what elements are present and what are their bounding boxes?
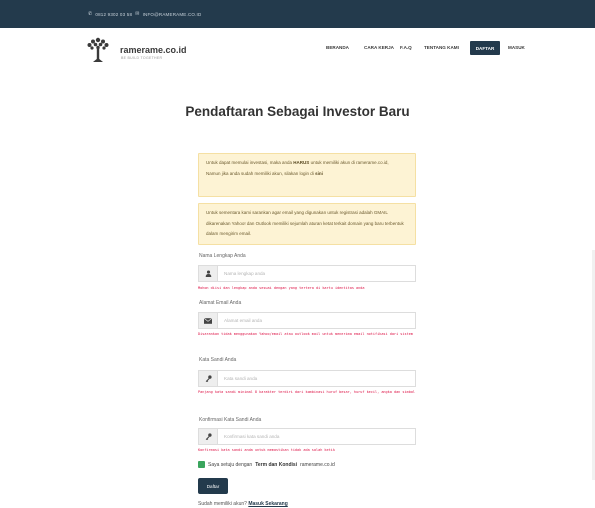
top-info-bar: ✆ 0812 9302 03 58 ✉ INFO@RAMERAME.CO.ID xyxy=(0,0,595,28)
brand-tagline: BE BUILD TOGETHER xyxy=(121,56,163,60)
terms-checkbox[interactable] xyxy=(198,461,205,468)
name-hint: Mohon diisi dan lengkap anda sesuai deng… xyxy=(198,286,365,290)
nav-daftar[interactable]: DAFTAR xyxy=(470,41,500,55)
terms-text-pre: Saya setuju dengan xyxy=(208,461,253,468)
confirm-hint: Konfirmasi kata sandi anda untuk memasti… xyxy=(198,448,335,452)
email-hint: Disarankan tidak menggunakan Yahoo/email… xyxy=(198,332,413,336)
terms-link[interactable]: Term dan Kondisi xyxy=(255,462,297,468)
email-input[interactable] xyxy=(218,313,415,328)
login-prompt-text: Sudah memiliki akun? xyxy=(198,501,249,507)
phone-icon: ✆ xyxy=(88,11,93,17)
alert-text-3: Namun jika anda sudah memiliki akun, sil… xyxy=(206,170,316,176)
info-alert-gmail: Untuk sementara kami sarankan agar email… xyxy=(198,203,416,245)
user-icon xyxy=(199,266,218,281)
password-input[interactable] xyxy=(218,371,415,386)
nav-faq[interactable]: F.A.Q xyxy=(400,45,412,50)
contact-email[interactable]: INFO@RAMERAME.CO.ID xyxy=(143,12,202,17)
key-icon xyxy=(199,371,218,386)
alert-login-link[interactable]: sini xyxy=(315,171,323,176)
tree-logo-icon[interactable] xyxy=(86,37,110,63)
nav-masuk[interactable]: MASUK xyxy=(508,45,525,50)
password-hint: Panjang kata sandi minimal 8 karakter te… xyxy=(198,390,416,394)
envelope-icon xyxy=(199,313,218,328)
key-icon xyxy=(199,429,218,444)
email-input-group xyxy=(198,312,416,329)
password-input-group xyxy=(198,370,416,387)
nav-cara-kerja[interactable]: CARA KERJA xyxy=(364,45,394,50)
envelope-icon: ✉ xyxy=(135,11,140,17)
contact-info: ✆ 0812 9302 03 58 ✉ INFO@RAMERAME.CO.ID xyxy=(88,11,201,17)
nav-beranda[interactable]: BERANDA xyxy=(326,45,349,50)
confirm-input-group xyxy=(198,428,416,445)
password-label: Kata Sandi Anda xyxy=(199,357,237,363)
brand-name[interactable]: ramerame.co.id xyxy=(120,45,187,55)
name-input-group xyxy=(198,265,416,282)
daftar-button[interactable]: Daftar xyxy=(198,478,228,494)
confirm-label: Konfirmasi Kata Sandi Anda xyxy=(199,417,262,423)
name-input[interactable] xyxy=(218,266,415,281)
alert-text-2: untuk memiliki akun di ramerame.co.id, xyxy=(309,160,389,165)
confirm-input[interactable] xyxy=(218,429,415,444)
login-now-link[interactable]: Masuk Sekarang xyxy=(248,501,287,507)
nav-tentang-kami[interactable]: TENTANG KAMI xyxy=(424,45,459,50)
login-prompt: Sudah memiliki akun? Masuk Sekarang xyxy=(198,501,288,507)
terms-text-post: ramerame.co.id xyxy=(300,461,335,468)
alert-harus: HARUS xyxy=(293,160,310,165)
page-title: Pendaftaran Sebagai Investor Baru xyxy=(185,104,410,119)
alert-gmail-text: Untuk sementara kami sarankan agar email… xyxy=(206,210,404,236)
terms-agree-row: Saya setuju dengan Term dan Kondisi rame… xyxy=(198,461,335,468)
contact-phone: 0812 9302 03 58 xyxy=(95,11,133,17)
name-label: Nama Lengkap Anda xyxy=(199,253,246,259)
email-label: Alamat Email Anda xyxy=(199,300,242,306)
alert-text-1: Untuk dapat memulai investasi, maka anda xyxy=(206,160,294,165)
info-alert-login: Untuk dapat memulai investasi, maka anda… xyxy=(198,153,416,197)
